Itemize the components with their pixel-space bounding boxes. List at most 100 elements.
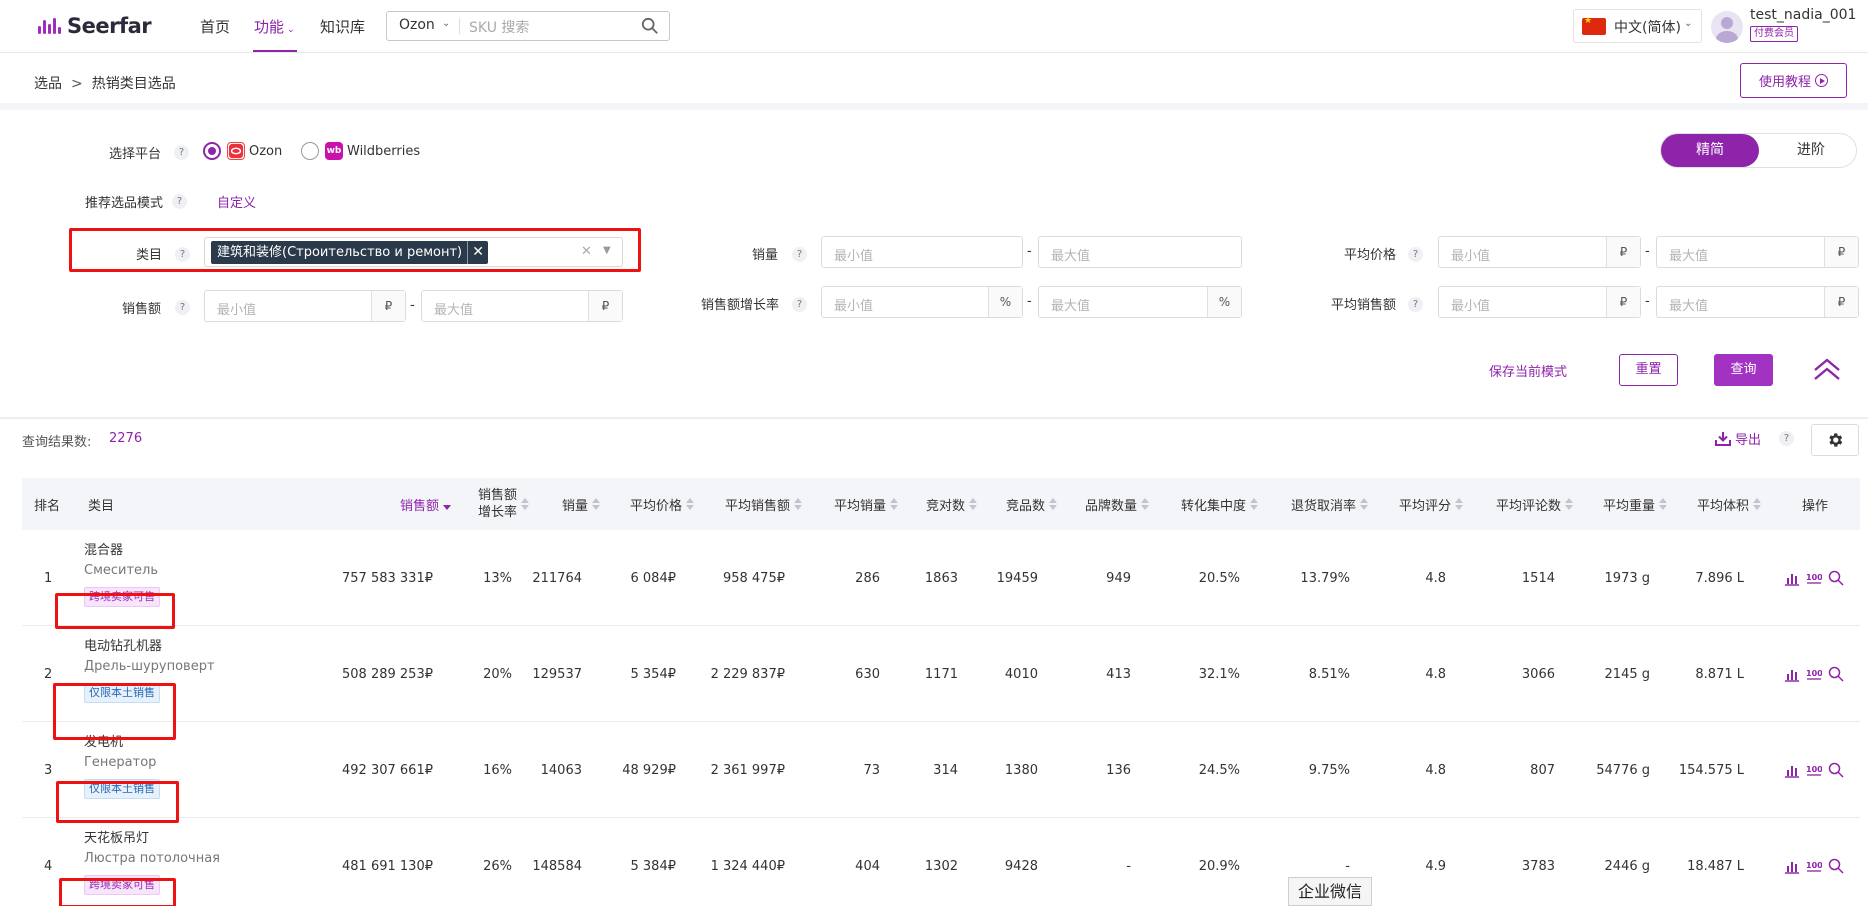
category-select[interactable]: 建筑和装修(Строительство и ремонт) ✕ ✕ ▼ xyxy=(204,237,623,267)
category-name-zh[interactable]: 发电机 xyxy=(84,731,123,750)
view-mode-simple[interactable]: 精简 xyxy=(1661,134,1759,167)
sales-amount-max-input[interactable]: 最大值 ₽ xyxy=(421,290,623,322)
col-avg-volume-l-label: 平均体积 xyxy=(1697,498,1750,514)
col-concentration-label: 转化集中度 xyxy=(1181,498,1247,514)
avg-sales-amount-min-input[interactable]: 最小值 ₽ xyxy=(1438,286,1641,318)
col-sales[interactable]: 销售额 xyxy=(400,478,452,530)
category-label: 类目 xyxy=(136,248,163,263)
sort-icon xyxy=(521,498,530,510)
column-settings-button[interactable] xyxy=(1811,424,1859,456)
sales-amount-min-input[interactable]: 最小值 ₽ xyxy=(204,290,406,322)
cell-avg-price: 48 929₽ xyxy=(622,762,676,778)
search-icon[interactable] xyxy=(641,17,659,35)
chevron-down-icon[interactable]: ▼ xyxy=(603,245,611,256)
sales-volume-min-input[interactable]: 最小值 xyxy=(821,236,1023,268)
top100-icon[interactable]: 100 xyxy=(1806,762,1822,778)
nav-features[interactable]: 功能 ⌄ xyxy=(254,16,295,37)
col-brands[interactable]: 品牌数量 xyxy=(1085,478,1150,530)
bar-chart-icon[interactable] xyxy=(1784,570,1800,586)
wildberries-label[interactable]: Wildberries xyxy=(347,144,420,159)
rank-cell: 1 xyxy=(44,570,53,586)
category-name-zh[interactable]: 天花板吊灯 xyxy=(84,827,149,846)
help-icon[interactable]: ? xyxy=(1779,431,1794,446)
search-input[interactable]: SKU 搜索 xyxy=(469,17,529,37)
help-icon[interactable]: ? xyxy=(174,145,189,160)
language-selector[interactable]: 中文(简体) ⌄ xyxy=(1573,9,1702,43)
view-mode-toggle[interactable]: 精简 进阶 xyxy=(1660,133,1857,168)
svg-text:100: 100 xyxy=(1806,861,1822,870)
sales-growth-min-input[interactable]: 最小值% xyxy=(821,286,1023,318)
avg-sales-amount-max-input[interactable]: 最大值 ₽ xyxy=(1656,286,1859,318)
help-icon[interactable]: ? xyxy=(792,297,807,312)
col-products[interactable]: 竞品数 xyxy=(1006,478,1058,530)
custom-mode-link[interactable]: 自定义 xyxy=(217,192,256,211)
col-category: 类目 xyxy=(88,498,115,514)
sku-search-box[interactable]: Ozon ⌄ SKU 搜索 xyxy=(386,11,670,41)
table-row[interactable]: 1 混合器 Смеситель 跨境卖家可售 757 583 331₽ 13% 211764… xyxy=(22,530,1860,626)
close-icon[interactable]: ✕ xyxy=(467,241,488,264)
logo[interactable]: Seerfar xyxy=(38,14,152,38)
search-platform-select[interactable]: Ozon xyxy=(399,17,435,33)
avg-price-min-input[interactable]: 最小值 ₽ xyxy=(1438,236,1641,268)
view-mode-advanced[interactable]: 进阶 xyxy=(1771,134,1851,167)
collapse-chevrons-icon[interactable] xyxy=(1812,357,1842,381)
col-avg-volume-label: 平均销量 xyxy=(834,498,887,514)
table-row[interactable]: 4 天花板吊灯 Люстра потолочная 跨境卖家可售 481 691 130… xyxy=(22,818,1860,906)
search-icon[interactable] xyxy=(1828,762,1844,778)
col-competitors[interactable]: 竞对数 xyxy=(926,478,978,530)
category-name-ru: Смеситель xyxy=(84,563,159,578)
search-icon[interactable] xyxy=(1828,570,1844,586)
col-avg-weight[interactable]: 平均重量 xyxy=(1603,478,1668,530)
help-icon[interactable]: ? xyxy=(175,247,190,262)
cell-avg-volume: 404 xyxy=(855,858,880,874)
table-row[interactable]: 2 电动钻孔机器 Дрель-шуруповерт 仅限本土销售 508 289 253… xyxy=(22,626,1860,722)
bar-chart-icon[interactable] xyxy=(1784,762,1800,778)
category-name-zh[interactable]: 混合器 xyxy=(84,539,123,558)
col-avg-rating[interactable]: 平均评分 xyxy=(1399,478,1464,530)
help-icon[interactable]: ? xyxy=(1408,247,1423,262)
cell-avg-weight: 1973 g xyxy=(1604,570,1650,586)
col-return-rate[interactable]: 退货取消率 xyxy=(1291,478,1369,530)
help-icon[interactable]: ? xyxy=(792,247,807,262)
table-row[interactable]: 3 发电机 Генератор 仅限本土销售 492 307 661₽ 16% 14063 4… xyxy=(22,722,1860,818)
col-avg-volume-l[interactable]: 平均体积 xyxy=(1697,478,1762,530)
col-avg-reviews[interactable]: 平均评论数 xyxy=(1496,478,1574,530)
tutorial-button[interactable]: 使用教程 xyxy=(1740,63,1847,98)
bar-chart-icon[interactable] xyxy=(1784,666,1800,682)
avg-price-max-input[interactable]: 最大值 ₽ xyxy=(1656,236,1859,268)
help-icon[interactable]: ? xyxy=(175,300,190,315)
help-icon[interactable]: ? xyxy=(172,194,187,209)
cell-brands: 136 xyxy=(1106,762,1131,778)
col-avg-price[interactable]: 平均价格 xyxy=(630,478,695,530)
sales-growth-max-input[interactable]: 最大值% xyxy=(1038,286,1242,318)
nav-home[interactable]: 首页 xyxy=(200,16,230,37)
reset-button[interactable]: 重置 xyxy=(1619,354,1678,386)
export-button[interactable]: 导出 xyxy=(1715,429,1761,448)
username[interactable]: test_nadia_001 xyxy=(1750,7,1856,23)
col-avg-sales[interactable]: 平均销售额 xyxy=(725,478,803,530)
help-icon[interactable]: ? xyxy=(1408,297,1423,312)
ozon-label[interactable]: Ozon xyxy=(249,144,282,159)
range-dash: - xyxy=(410,298,415,313)
sort-icon xyxy=(1565,498,1574,510)
search-icon[interactable] xyxy=(1828,858,1844,874)
sales-volume-max-input[interactable]: 最大值 xyxy=(1038,236,1242,268)
col-concentration[interactable]: 转化集中度 xyxy=(1181,478,1259,530)
avatar[interactable] xyxy=(1711,11,1743,43)
breadcrumb-root[interactable]: 选品 xyxy=(34,76,62,92)
nav-knowledge-base[interactable]: 知识库 xyxy=(320,16,365,37)
radio-wildberries[interactable] xyxy=(301,142,319,160)
top100-icon[interactable]: 100 xyxy=(1806,666,1822,682)
col-growth[interactable]: 销售额 增长率 xyxy=(478,478,530,530)
save-mode-link[interactable]: 保存当前模式 xyxy=(1489,361,1567,380)
top100-icon[interactable]: 100 xyxy=(1806,570,1822,586)
clear-icon[interactable]: ✕ xyxy=(581,244,592,259)
query-button[interactable]: 查询 xyxy=(1714,354,1773,386)
search-icon[interactable] xyxy=(1828,666,1844,682)
radio-ozon[interactable] xyxy=(203,142,221,160)
col-avg-volume[interactable]: 平均销量 xyxy=(834,478,899,530)
top100-icon[interactable]: 100 xyxy=(1806,858,1822,874)
category-name-zh[interactable]: 电动钻孔机器 xyxy=(84,635,162,654)
col-volume[interactable]: 销量 xyxy=(562,478,601,530)
bar-chart-icon[interactable] xyxy=(1784,858,1800,874)
